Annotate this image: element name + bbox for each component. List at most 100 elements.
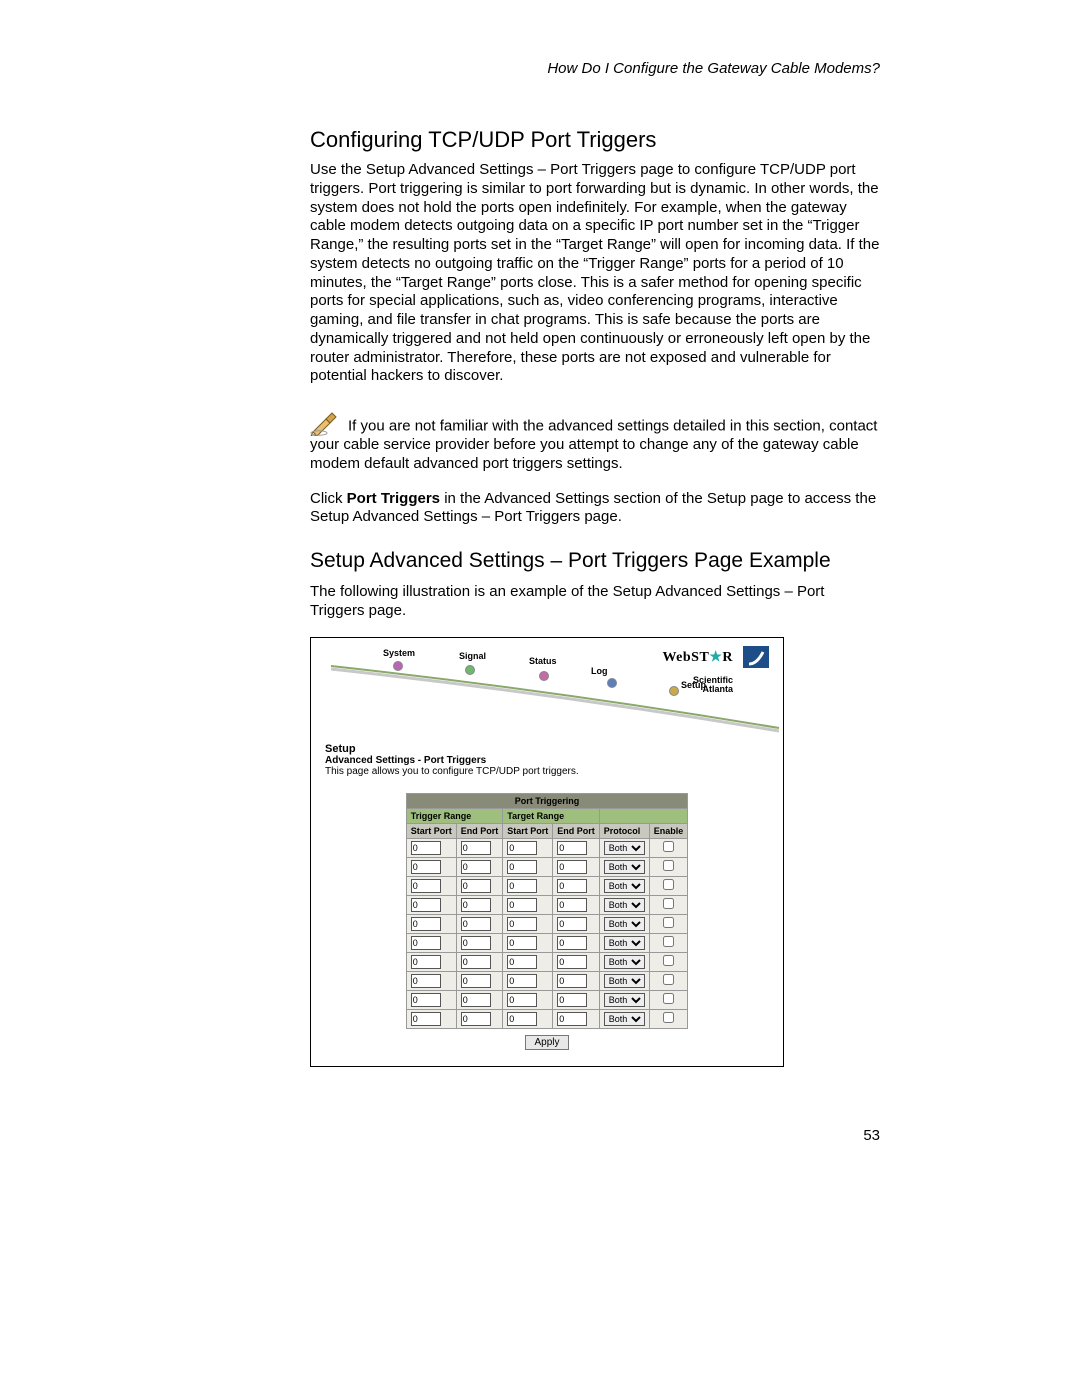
th-target-end: End Port [553,823,600,838]
screenshot-nav-area: System Signal Status Log Setup WebST★R S… [311,638,783,738]
table-row: Both [406,895,688,914]
target-end-port-input[interactable] [557,1012,587,1026]
table-row: Both [406,857,688,876]
trigger-start-port-input[interactable] [411,955,441,969]
enable-checkbox[interactable] [663,879,674,890]
nav-log[interactable]: Log [591,666,608,676]
target-start-port-input[interactable] [507,936,537,950]
target-end-port-input[interactable] [557,955,587,969]
setup-subheading: Advanced Settings - Port Triggers [325,755,769,766]
target-start-port-input[interactable] [507,993,537,1007]
trigger-start-port-input[interactable] [411,936,441,950]
table-row: Both [406,838,688,857]
enable-checkbox[interactable] [663,1012,674,1023]
th-blank [599,808,688,823]
target-end-port-input[interactable] [557,993,587,1007]
trigger-start-port-input[interactable] [411,898,441,912]
enable-checkbox[interactable] [663,974,674,985]
trigger-end-port-input[interactable] [461,936,491,950]
protocol-select[interactable]: Both [604,955,645,969]
th-enable: Enable [649,823,688,838]
target-start-port-input[interactable] [507,860,537,874]
target-end-port-input[interactable] [557,936,587,950]
enable-checkbox[interactable] [663,993,674,1004]
target-end-port-input[interactable] [557,860,587,874]
protocol-select[interactable]: Both [604,841,645,855]
table-row: Both [406,952,688,971]
th-trigger-end: End Port [456,823,503,838]
th-target-start: Start Port [503,823,553,838]
enable-checkbox[interactable] [663,917,674,928]
table-row: Both [406,1009,688,1028]
target-end-port-input[interactable] [557,841,587,855]
target-start-port-input[interactable] [507,879,537,893]
protocol-select[interactable]: Both [604,974,645,988]
table-main-header: Port Triggering [406,793,688,808]
trigger-end-port-input[interactable] [461,898,491,912]
nav-dot-log [607,678,617,688]
trigger-start-port-input[interactable] [411,917,441,931]
running-head: How Do I Configure the Gateway Cable Mod… [310,60,880,77]
trigger-start-port-input[interactable] [411,860,441,874]
brand-logo-icon [743,646,769,668]
table-row: Both [406,990,688,1009]
target-end-port-input[interactable] [557,917,587,931]
note-text: If you are not familiar with the advance… [310,417,877,472]
target-start-port-input[interactable] [507,955,537,969]
protocol-select[interactable]: Both [604,993,645,1007]
trigger-end-port-input[interactable] [461,841,491,855]
trigger-start-port-input[interactable] [411,841,441,855]
scientific-atlanta-text: ScientificAtlanta [662,676,733,694]
target-start-port-input[interactable] [507,1012,537,1026]
target-start-port-input[interactable] [507,974,537,988]
brand-block: WebST★R ScientificAtlanta [662,648,733,694]
enable-checkbox[interactable] [663,936,674,947]
trigger-start-port-input[interactable] [411,974,441,988]
protocol-select[interactable]: Both [604,898,645,912]
nav-dot-system [393,661,403,671]
trigger-end-port-input[interactable] [461,917,491,931]
pencil-note-icon [310,406,344,436]
apply-button[interactable]: Apply [525,1035,568,1050]
setup-description: This page allows you to configure TCP/UD… [325,766,769,777]
trigger-start-port-input[interactable] [411,993,441,1007]
target-start-port-input[interactable] [507,841,537,855]
trigger-end-port-input[interactable] [461,1012,491,1026]
nav-signal[interactable]: Signal [459,651,486,661]
enable-checkbox[interactable] [663,841,674,852]
trigger-end-port-input[interactable] [461,993,491,1007]
nav-system[interactable]: System [383,648,415,658]
th-trigger-range: Trigger Range [406,808,503,823]
example-intro: The following illustration is an example… [310,583,880,621]
trigger-end-port-input[interactable] [461,879,491,893]
nav-dot-signal [465,665,475,675]
th-trigger-start: Start Port [406,823,456,838]
target-end-port-input[interactable] [557,974,587,988]
enable-checkbox[interactable] [663,860,674,871]
port-triggers-bold: Port Triggers [347,490,440,507]
trigger-end-port-input[interactable] [461,860,491,874]
target-start-port-input[interactable] [507,898,537,912]
protocol-select[interactable]: Both [604,936,645,950]
screenshot-panel: System Signal Status Log Setup WebST★R S… [310,637,784,1067]
th-target-range: Target Range [503,808,600,823]
target-end-port-input[interactable] [557,879,587,893]
nav-status[interactable]: Status [529,656,557,666]
protocol-select[interactable]: Both [604,879,645,893]
enable-checkbox[interactable] [663,955,674,966]
setup-heading: Setup [325,743,769,755]
target-start-port-input[interactable] [507,917,537,931]
webstar-logo-text: WebST★R [662,650,733,665]
protocol-select[interactable]: Both [604,1012,645,1026]
enable-checkbox[interactable] [663,898,674,909]
target-end-port-input[interactable] [557,898,587,912]
protocol-select[interactable]: Both [604,860,645,874]
table-row: Both [406,876,688,895]
protocol-select[interactable]: Both [604,917,645,931]
trigger-start-port-input[interactable] [411,879,441,893]
click-instruction: Click Port Triggers in the Advanced Sett… [310,490,880,528]
page-number: 53 [310,1127,880,1144]
trigger-end-port-input[interactable] [461,974,491,988]
trigger-start-port-input[interactable] [411,1012,441,1026]
trigger-end-port-input[interactable] [461,955,491,969]
